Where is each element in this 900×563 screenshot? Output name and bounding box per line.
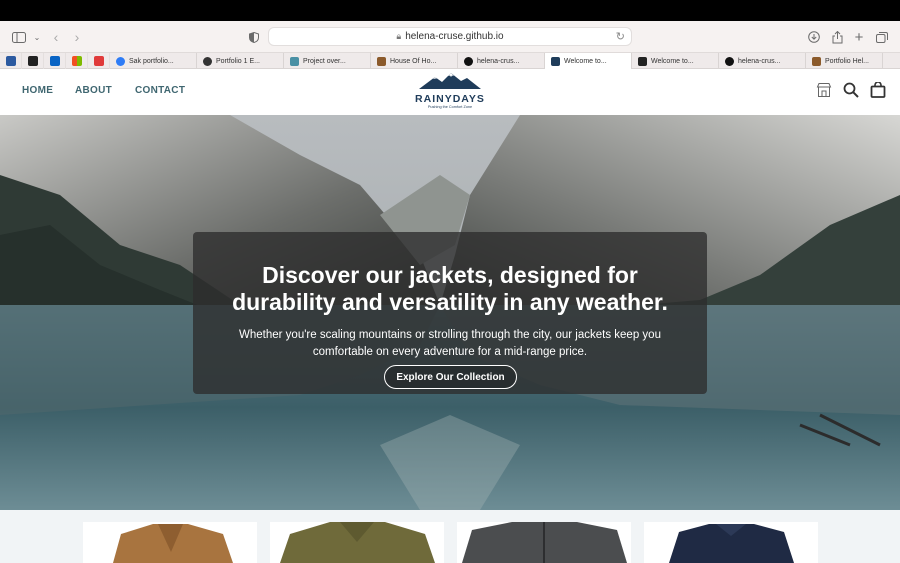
pinned-tab-4[interactable]: [66, 53, 88, 69]
pinned-tab-1[interactable]: [0, 53, 22, 69]
tab-8[interactable]: helena-crus...: [719, 53, 806, 69]
tab-label: helena-crus...: [738, 57, 781, 65]
hero-title-line-2: durability and versatility in any weathe…: [232, 289, 668, 315]
tab-9[interactable]: Portfolio Hel...: [806, 53, 883, 69]
product-image-olive-jacket: [280, 522, 435, 563]
tab-6-active[interactable]: Welcome to...: [545, 53, 632, 69]
download-icon[interactable]: [805, 28, 823, 46]
reload-icon[interactable]: ↻: [616, 30, 625, 43]
chevron-down-icon[interactable]: ⌄: [28, 28, 46, 46]
hero-subtitle-line-1: Whether you're scaling mountains or stro…: [239, 329, 661, 341]
tab-label: Portfolio 1 E...: [216, 57, 260, 65]
tab-bar: Sak portfolio... Portfolio 1 E... Projec…: [0, 52, 900, 69]
hero-subtitle-line-2: comfortable on every adventure for a mid…: [312, 345, 588, 358]
shield-icon[interactable]: [245, 28, 263, 46]
tab-label: Portfolio Hel...: [825, 57, 869, 65]
tab-3[interactable]: Project over...: [284, 53, 371, 69]
store-icon[interactable]: [816, 82, 832, 98]
favicon-icon: [812, 56, 821, 66]
share-icon[interactable]: [828, 28, 846, 46]
hero-title: Discover our jackets, designed for durab…: [193, 262, 707, 316]
tab-label: Sak portfolio...: [129, 57, 174, 65]
app-icon: [93, 56, 104, 66]
forward-icon[interactable]: ›: [68, 28, 86, 46]
tab-5[interactable]: helena-crus...: [458, 53, 545, 69]
tab-label: Welcome to...: [651, 57, 694, 65]
tab-2[interactable]: Portfolio 1 E...: [197, 53, 284, 69]
tab-7[interactable]: Welcome to...: [632, 53, 719, 69]
github-icon: [725, 56, 734, 66]
tab-label: House Of Ho...: [390, 57, 437, 65]
outlook-icon: [49, 56, 60, 66]
favicon-icon: [551, 56, 560, 66]
pinned-tab-3[interactable]: [44, 53, 66, 69]
favicon-icon: [377, 56, 386, 66]
nav-home-link[interactable]: HOME: [22, 85, 53, 96]
product-card[interactable]: [457, 522, 631, 563]
pinned-tab-2[interactable]: [22, 53, 44, 69]
favicon-icon: [116, 56, 125, 66]
favicon-icon: [638, 56, 647, 66]
logo-tagline: Pushing the Comfort Zone: [427, 105, 473, 109]
lock-icon: 🔒︎: [396, 31, 402, 41]
explore-collection-button[interactable]: Explore Our Collection: [384, 365, 517, 389]
product-image-fleece-jacket: [113, 524, 233, 563]
tab-4[interactable]: House Of Ho...: [371, 53, 458, 69]
menu-bar: [0, 0, 900, 21]
product-card[interactable]: [644, 522, 818, 563]
mountain-icon: [419, 73, 481, 89]
nav-about-link[interactable]: ABOUT: [75, 85, 112, 96]
app-icon: [5, 56, 16, 66]
product-card[interactable]: [83, 522, 257, 563]
pinned-tab-5[interactable]: [88, 53, 110, 69]
product-image-navy-jacket: [669, 524, 794, 563]
back-icon[interactable]: ‹: [47, 28, 65, 46]
tab-label: Project over...: [303, 57, 346, 65]
product-image-grey-jacket: [462, 522, 627, 563]
github-icon: [464, 56, 473, 66]
favicon-icon: [290, 56, 299, 66]
logo-name: RAINYDAYS: [415, 93, 485, 105]
site-logo[interactable]: RAINYDAYS Pushing the Comfort Zone: [415, 72, 485, 112]
new-tab-icon[interactable]: +: [850, 28, 868, 46]
tab-1[interactable]: Sak portfolio...: [110, 53, 197, 69]
product-card[interactable]: [270, 522, 444, 563]
app-icon: [27, 56, 38, 66]
shopping-bag-icon[interactable]: [870, 81, 886, 98]
favicon-icon: [203, 56, 212, 66]
tab-overview-icon[interactable]: [873, 28, 891, 46]
microsoft-icon: [71, 56, 82, 66]
tab-label: helena-crus...: [477, 57, 520, 65]
url-text: helena-cruse.github.io: [405, 31, 504, 42]
hero-subtitle: Whether you're scaling mountains or stro…: [193, 327, 707, 360]
sidebar-icon[interactable]: [10, 28, 28, 46]
address-bar[interactable]: 🔒︎ helena-cruse.github.io ↻: [268, 27, 632, 46]
hero-title-line-1: Discover our jackets, designed for: [262, 262, 638, 288]
nav-contact-link[interactable]: CONTACT: [135, 85, 185, 96]
tab-label: Welcome to...: [564, 57, 607, 65]
search-icon[interactable]: [843, 82, 859, 98]
